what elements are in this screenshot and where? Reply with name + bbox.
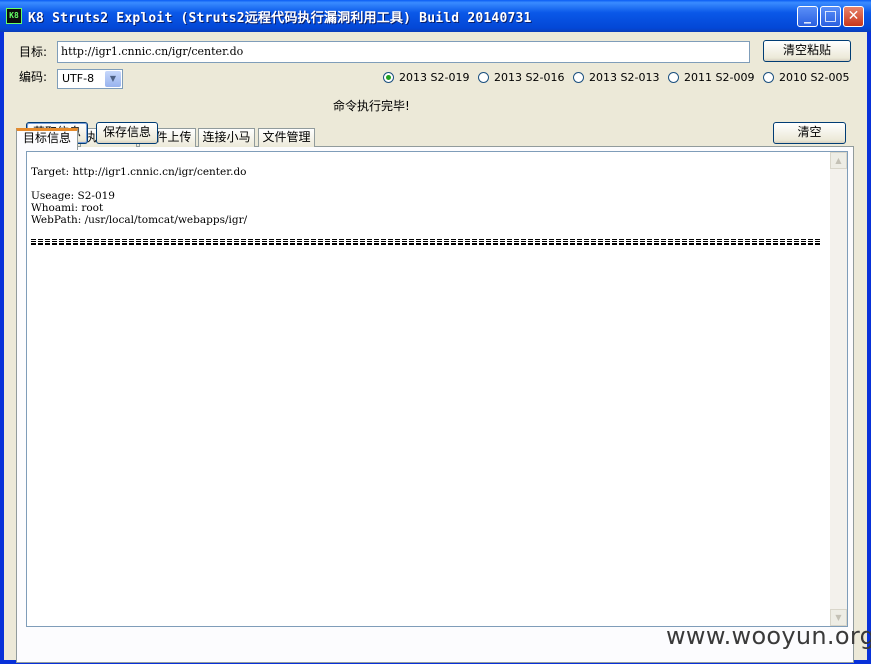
status-text: 命令执行完毕!: [333, 99, 410, 113]
radio-unchecked-icon: [763, 72, 774, 83]
maximize-button[interactable]: □: [820, 6, 841, 27]
radio-unchecked-icon: [668, 72, 679, 83]
minimize-button[interactable]: _: [797, 6, 818, 27]
window-title: K8 Struts2 Exploit (Struts2远程代码执行漏洞利用工具)…: [28, 11, 532, 26]
radio-s2-009[interactable]: 2011 S2-009: [668, 71, 754, 84]
close-button[interactable]: ✕: [843, 6, 864, 27]
radio-label: 2010 S2-005: [779, 71, 850, 84]
watermark: www.wooyun.org: [666, 622, 871, 650]
encoding-select[interactable]: UTF-8 ▼: [57, 69, 123, 89]
radio-s2-016[interactable]: 2013 S2-016: [478, 71, 564, 84]
client-area: 目标: http://igr1.cnnic.cn/igr/center.do 清…: [4, 32, 867, 663]
save-info-button[interactable]: 保存信息: [96, 122, 158, 144]
target-label: 目标:: [19, 45, 48, 59]
encoding-value: UTF-8: [62, 72, 95, 85]
chevron-down-icon[interactable]: ▼: [105, 71, 121, 87]
radio-s2-019[interactable]: 2013 S2-019: [383, 71, 469, 84]
radio-s2-005[interactable]: 2010 S2-005: [763, 71, 849, 84]
output-text: Target: http://igr1.cnnic.cn/igr/center.…: [31, 166, 248, 226]
scroll-up-icon[interactable]: ▲: [830, 152, 847, 169]
target-url-input[interactable]: http://igr1.cnnic.cn/igr/center.do: [57, 41, 750, 63]
title-bar[interactable]: K8 K8 Struts2 Exploit (Struts2远程代码执行漏洞利用…: [0, 0, 871, 32]
radio-unchecked-icon: [478, 72, 489, 83]
tab-target-info[interactable]: 目标信息: [16, 128, 78, 150]
radio-unchecked-icon: [573, 72, 584, 83]
radio-label: 2013 S2-019: [399, 71, 470, 84]
clear-output-button[interactable]: 清空: [773, 122, 846, 144]
encoding-label: 编码:: [19, 70, 48, 84]
radio-s2-013[interactable]: 2013 S2-013: [573, 71, 659, 84]
output-textarea[interactable]: Target: http://igr1.cnnic.cn/igr/center.…: [26, 151, 848, 627]
tab-file-manager[interactable]: 文件管理: [258, 128, 315, 147]
radio-checked-icon: [383, 72, 394, 83]
vertical-scrollbar[interactable]: ▲ ▼: [830, 152, 847, 626]
radio-label: 2011 S2-009: [684, 71, 755, 84]
app-icon: K8: [6, 8, 22, 24]
tab-connect-shell[interactable]: 连接小马: [198, 128, 255, 147]
separator-line: [31, 239, 821, 245]
app-window: K8 K8 Struts2 Exploit (Struts2远程代码执行漏洞利用…: [0, 0, 871, 664]
clear-paste-button[interactable]: 清空粘贴: [763, 40, 851, 62]
radio-label: 2013 S2-016: [494, 71, 565, 84]
radio-label: 2013 S2-013: [589, 71, 660, 84]
